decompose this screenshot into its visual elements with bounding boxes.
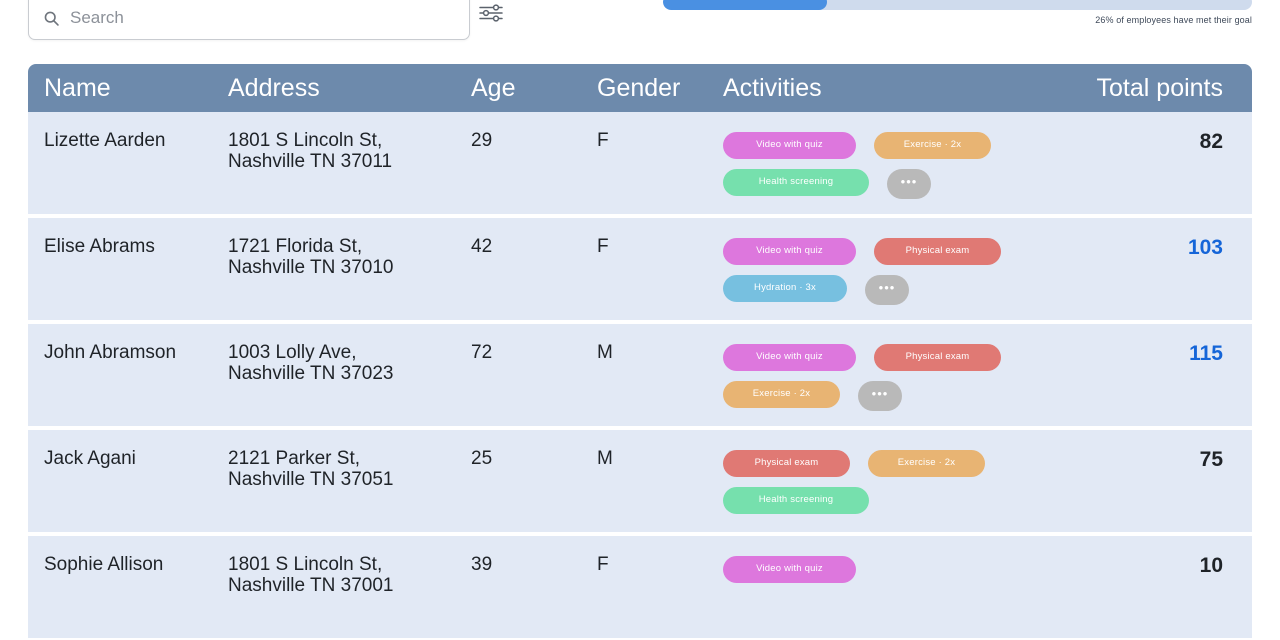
cell-address: 2121 Parker St, Nashville TN 37051	[228, 448, 394, 491]
table-row[interactable]: Elise Abrams 1721 Florida St, Nashville T…	[28, 218, 1252, 320]
table-row[interactable]: Lizette Aarden 1801 S Lincoln St, Nashvil…	[28, 112, 1252, 214]
employee-table: Name Address Age Gender Activities Total…	[28, 64, 1252, 640]
cell-gender: F	[597, 554, 609, 575]
cell-name: Elise Abrams	[44, 236, 155, 257]
cell-address: 1801 S Lincoln St, Nashville TN 37011	[228, 130, 393, 173]
cell-name: Jack Agani	[44, 448, 136, 469]
activity-pill[interactable]: Physical exam	[874, 344, 1001, 371]
activity-pill[interactable]: Exercise · 2x	[868, 450, 985, 477]
column-header-address[interactable]: Address	[228, 74, 471, 103]
cell-activities: Video with quiz Physical exam Hydration · …	[723, 236, 1092, 305]
cell-age: 39	[471, 554, 493, 575]
progress-fill	[663, 0, 827, 10]
activity-pill[interactable]: Exercise · 2x	[723, 381, 840, 408]
employee-wellness-page: 26% of employees have met their goal Nam…	[0, 0, 1280, 640]
cell-activities: Video with quiz Physical exam Exercise · 2…	[723, 342, 1092, 411]
cell-activities: Video with quiz Exercise · 2x Health scree…	[723, 130, 1092, 199]
cell-total-points: 75	[1199, 448, 1223, 471]
cell-total-points: 10	[1199, 554, 1223, 577]
cell-activities: Video with quiz	[723, 554, 1092, 583]
more-activities-button[interactable]: •••	[865, 275, 909, 305]
table-header-row: Name Address Age Gender Activities Total…	[28, 64, 1252, 112]
table-row[interactable]: Sophie Allison 1801 S Lincoln St, Nashvil…	[28, 536, 1252, 638]
cell-gender: F	[597, 130, 609, 151]
more-activities-button[interactable]: •••	[887, 169, 931, 199]
filter-sliders-icon	[478, 2, 504, 24]
activity-pill[interactable]: Video with quiz	[723, 556, 856, 583]
activity-pill[interactable]: Physical exam	[874, 238, 1001, 265]
cell-name: Lizette Aarden	[44, 130, 166, 151]
cell-age: 42	[471, 236, 493, 257]
cell-activities: Physical exam Exercise · 2x Health screeni…	[723, 448, 1092, 514]
table-row[interactable]: Jack Agani 2121 Parker St, Nashville TN 3…	[28, 430, 1252, 532]
cell-address: 1801 S Lincoln St, Nashville TN 37001	[228, 554, 394, 597]
cell-age: 25	[471, 448, 493, 469]
activity-pill[interactable]: Video with quiz	[723, 238, 856, 265]
activity-pill[interactable]: Physical exam	[723, 450, 850, 477]
cell-total-points: 115	[1189, 342, 1223, 365]
cell-name: Sophie Allison	[44, 554, 164, 575]
column-header-gender[interactable]: Gender	[597, 74, 723, 103]
cell-address: 1003 Lolly Ave, Nashville TN 37023	[228, 342, 394, 385]
cell-name: John Abramson	[44, 342, 177, 363]
activity-pill[interactable]: Exercise · 2x	[874, 132, 991, 159]
column-header-activities[interactable]: Activities	[723, 74, 1092, 103]
activity-pill[interactable]: Hydration · 3x	[723, 275, 847, 302]
cell-age: 72	[471, 342, 493, 363]
cell-gender: F	[597, 236, 609, 257]
activity-pill[interactable]: Health screening	[723, 487, 869, 514]
activity-pill[interactable]: Video with quiz	[723, 344, 856, 371]
filter-button[interactable]	[470, 0, 512, 32]
cell-address: 1721 Florida St, Nashville TN 37010	[228, 236, 394, 279]
goal-progress: 26% of employees have met their goal	[663, 0, 1252, 25]
cell-total-points: 82	[1199, 130, 1223, 153]
table-body: Lizette Aarden 1801 S Lincoln St, Nashvil…	[28, 112, 1252, 638]
search-box[interactable]	[28, 0, 470, 40]
progress-track	[663, 0, 1252, 10]
cell-gender: M	[597, 448, 613, 469]
search-icon	[43, 10, 60, 27]
cell-gender: M	[597, 342, 613, 363]
column-header-points[interactable]: Total points	[1092, 74, 1252, 103]
table-row[interactable]: John Abramson 1003 Lolly Ave, Nashville T…	[28, 324, 1252, 426]
search-input[interactable]	[70, 8, 455, 28]
column-header-name[interactable]: Name	[28, 74, 228, 103]
cell-age: 29	[471, 130, 493, 151]
more-activities-button[interactable]: •••	[858, 381, 902, 411]
activity-pill[interactable]: Health screening	[723, 169, 869, 196]
cell-total-points: 103	[1187, 236, 1223, 259]
column-header-age[interactable]: Age	[471, 74, 597, 103]
toolbar: 26% of employees have met their goal	[0, 0, 1280, 56]
activity-pill[interactable]: Video with quiz	[723, 132, 856, 159]
progress-caption: 26% of employees have met their goal	[1095, 15, 1252, 25]
